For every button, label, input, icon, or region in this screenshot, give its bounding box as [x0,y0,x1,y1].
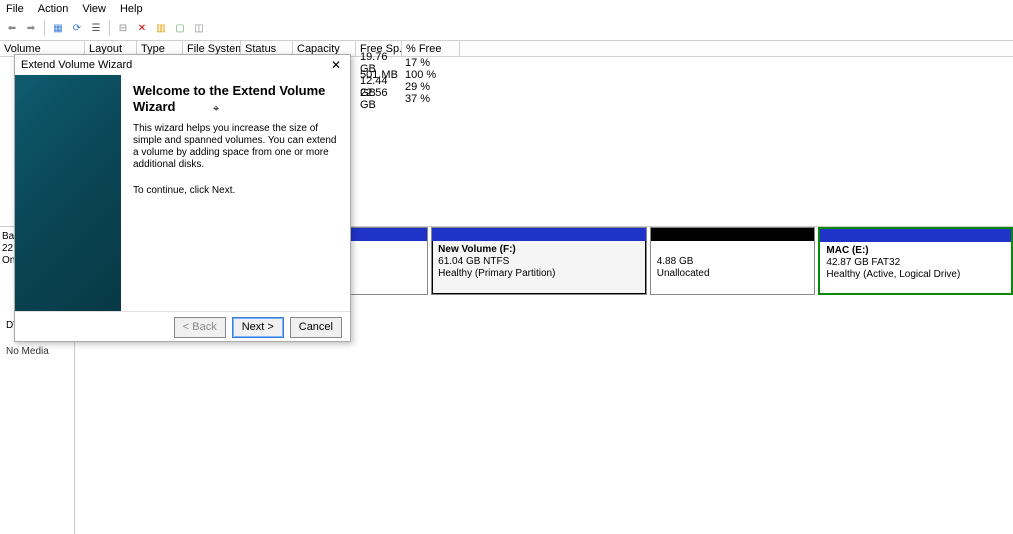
cancel-button[interactable]: Cancel [290,317,342,338]
delete-icon[interactable]: ✕ [134,20,150,36]
separator [44,20,45,36]
partition-size: 42.87 GB FAT32 [826,257,1005,269]
nav-back-icon[interactable]: ⬅ [4,20,20,36]
menu-help[interactable]: Help [120,3,143,15]
menu-file[interactable]: File [6,3,24,15]
wizard-titlebar[interactable]: Extend Volume Wizard ✕ [15,55,350,75]
no-media-label: No Media [6,346,49,357]
wizard-sidebar-graphic [15,75,121,311]
partition-stripe [432,228,646,241]
extend-volume-wizard: Extend Volume Wizard ✕ Welcome to the Ex… [14,54,351,342]
cell-pct: 37 % [405,93,455,105]
back-button: < Back [174,317,226,338]
wizard-title-text: Extend Volume Wizard [21,59,132,71]
partition-status: Healthy (Primary Partition) [438,268,640,280]
separator [109,20,110,36]
properties-icon[interactable]: ▥ [153,20,169,36]
grid-icon[interactable]: ▦ [50,20,66,36]
wizard-button-row: < Back Next > Cancel [15,311,350,342]
cell-pct: 100 % [405,69,455,81]
partition-stripe [651,228,815,241]
partition-title: MAC (E:) [826,245,1005,257]
wizard-content: Welcome to the Extend Volume Wizard This… [121,75,350,311]
partition-size: 61.04 GB NTFS [438,256,640,268]
partition-unallocated[interactable]: 4.88 GB Unallocated [650,227,816,295]
partition-new-volume[interactable]: New Volume (F:) 61.04 GB NTFS Healthy (P… [431,227,647,295]
disk-info-line: On [2,255,13,267]
partition-status: Healthy (Active, Logical Drive) [826,269,1005,281]
partition-size: 4.88 GB [657,256,809,268]
wizard-heading: Welcome to the Extend Volume Wizard [133,83,338,115]
nav-forward-icon[interactable]: ➡ [23,20,39,36]
menu-view[interactable]: View [82,3,106,15]
refresh-icon[interactable]: ⟳ [69,20,85,36]
disk-info-line: 22 [2,243,13,255]
list-icon[interactable]: ☰ [88,20,104,36]
close-icon[interactable]: ✕ [328,57,344,73]
settings-icon[interactable]: ◫ [191,20,207,36]
menubar: File Action View Help [0,0,1013,18]
cell-pct: 17 % [405,57,455,69]
partition-status: Unallocated [657,268,809,280]
cell-free: 22.56 GB [360,87,405,111]
partition-title: New Volume (F:) [438,244,640,256]
wizard-paragraph: This wizard helps you increase the size … [133,123,338,171]
menu-action[interactable]: Action [38,3,69,15]
col-pctfree[interactable]: % Free [402,41,460,56]
disk-info-line: Ba [2,231,13,243]
disk-icon[interactable]: ⊟ [115,20,131,36]
next-button[interactable]: Next > [232,317,284,338]
toolbar: ⬅ ➡ ▦ ⟳ ☰ ⊟ ✕ ▥ ▢ ◫ [0,18,1013,40]
disk-info: Ba 22 On [0,227,15,295]
new-icon[interactable]: ▢ [172,20,188,36]
wizard-paragraph: To continue, click Next. [133,185,338,197]
partition-stripe [820,229,1011,242]
cell-pct: 29 % [405,81,455,93]
partition-mac[interactable]: MAC (E:) 42.87 GB FAT32 Healthy (Active,… [818,227,1013,295]
